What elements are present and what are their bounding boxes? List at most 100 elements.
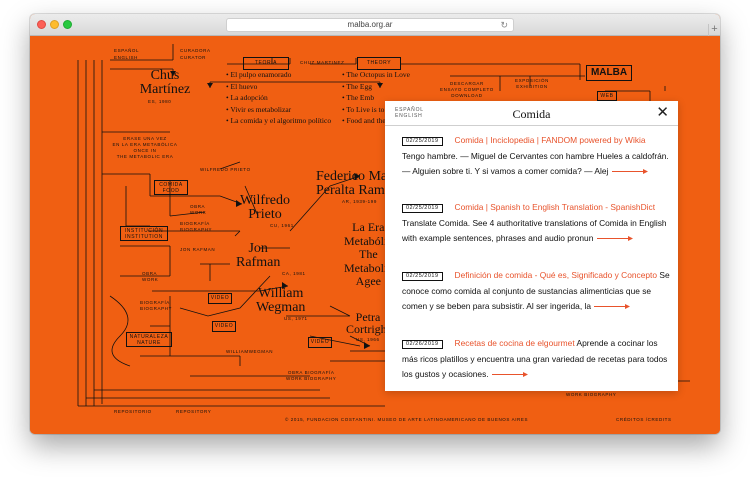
jon-last: Rafman (236, 255, 281, 270)
essay-en-item[interactable]: • The Egg (342, 81, 410, 93)
browser-window: malba.org.ar ↻ + ESPAÑOL ENGLISH CURADOR… (30, 14, 720, 434)
nature-label: NATURE (137, 340, 161, 346)
close-window-button[interactable] (37, 20, 46, 29)
artist-federico[interactable]: Federico Man Peralta Ramo (316, 170, 394, 198)
video-box-2[interactable]: VIDEO (212, 321, 236, 332)
result-date: 02/25/2019 (402, 137, 443, 146)
biografia-label-b[interactable]: BIOGRAFÍA BIOGRAPHY (140, 300, 172, 312)
result-link[interactable]: Definición de comida - Qué es, Significa… (455, 270, 658, 280)
era-label-en-2: THE METABOLIC ERA (116, 154, 174, 159)
wilfredo-small-label: WILFREDO PRIETO (200, 167, 251, 172)
artist-wilfredo[interactable]: Wilfredo Prieto (240, 194, 290, 222)
repository-link[interactable]: REPOSITORY (176, 409, 211, 415)
diagram-curadora: CURADORA (180, 48, 211, 53)
malba-logo[interactable]: MALBA (586, 65, 632, 81)
result-link[interactable]: Recetas de cocina de elgourmet (455, 338, 575, 348)
result-date: 02/25/2019 (402, 204, 443, 213)
comida-food-box[interactable]: COMIDA FOOD (154, 180, 188, 195)
william-first: William (258, 286, 304, 301)
panel-divider (385, 125, 678, 126)
curator-name-last[interactable]: Martínez (120, 83, 210, 97)
video-box-1[interactable]: VIDEO (208, 293, 232, 304)
food-label: FOOD (162, 188, 180, 194)
result-item: 02/25/2019 Comida | Spanish to English Tr… (402, 200, 670, 247)
result-link[interactable]: Comida | Spanish to English Translation … (455, 202, 655, 212)
reload-icon[interactable]: ↻ (500, 19, 508, 31)
search-results-panel: ESPAÑOL ENGLISH Comida ✕ 02/25/2019 Comid… (385, 101, 678, 391)
jon-small-label: JON RAFMAN (180, 247, 216, 252)
essay-es-item[interactable]: • La comida y el algoritmo político (226, 115, 331, 127)
essay-es-item[interactable]: • La adopción (226, 92, 331, 104)
exhibition-label-en: EXHIBITION (516, 84, 548, 89)
essay-es-item[interactable]: • Vivir es metabolizar (226, 104, 331, 116)
result-date: 02/25/2019 (402, 272, 443, 281)
wilfredo-year: CU, 1961 (270, 223, 294, 228)
essay-en-item[interactable]: • The Octopus in Love (342, 69, 410, 81)
diagram-lang-es[interactable]: ESPAÑOL (114, 48, 139, 54)
obra-work-label-b[interactable]: OBRA WORK (142, 271, 158, 283)
petra-last: Cortright (346, 322, 390, 336)
curator-name-first[interactable]: Chus (120, 69, 210, 83)
new-tab-button[interactable]: + (708, 24, 720, 36)
essay-list-es: • El pulpo enamorado • El huevo • La ado… (226, 69, 331, 127)
address-bar[interactable]: malba.org.ar ↻ (226, 18, 514, 32)
nature-box[interactable]: NATURALEZA NATURE (126, 332, 172, 347)
curator-year: ES, 1980 (148, 99, 172, 104)
panel-title: Comida (512, 107, 551, 121)
federico-last: Peralta Ramo (316, 183, 392, 198)
work-biography-right[interactable]: WORK BIOGRAPHY (566, 392, 616, 398)
federico-first: Federico Man (316, 169, 395, 184)
biography-en-b: BIOGRAPHY (140, 306, 173, 311)
william-year: US, 1971 (284, 316, 308, 321)
obra-biografia-label[interactable]: OBRA BIOGRAFÍA WORK BIOGRAPHY (286, 370, 336, 382)
jon-first: Jon (248, 241, 268, 256)
exhibition-link[interactable]: EXPOSICIÓN EXHIBITION (515, 78, 549, 90)
artist-william[interactable]: William Wegman (256, 287, 305, 315)
obra-bio-en: WORK BIOGRAPHY (286, 376, 337, 381)
web-box[interactable]: WEB (597, 91, 617, 101)
download-essay-link[interactable]: DESCARGAR ENSAYO COMPLETO DOWNLOAD (440, 81, 494, 99)
arrow-right-icon[interactable] (491, 371, 529, 378)
work-label-b: WORK (142, 277, 159, 282)
diagram-lang-en[interactable]: ENGLISH (114, 55, 138, 61)
result-item: 02/25/2019 Definición de comida - Qué es,… (402, 268, 670, 315)
result-date: 02/26/2019 (402, 340, 443, 349)
arrow-right-icon[interactable] (593, 303, 631, 310)
williamwegman-small-label: WILLIAMWEGMAN (226, 349, 274, 354)
biografia-label[interactable]: BIOGRAFÍA BIOGRAPHY (180, 221, 212, 233)
result-item: 02/26/2019 Recetas de cocina de elgourmet… (402, 336, 670, 383)
url-text: malba.org.ar (347, 20, 393, 29)
browser-titlebar: malba.org.ar ↻ + (30, 14, 720, 36)
video-box-3[interactable]: VIDEO (308, 337, 332, 348)
footer-copyright: © 2015, FUNDACION COSTANTINI. MUSEO DE A… (285, 417, 529, 422)
credits-link[interactable]: CRÉDITOS /CREDITS (616, 417, 672, 423)
zoom-window-button[interactable] (63, 20, 72, 29)
result-link[interactable]: Comida | Inciclopedia | FANDOM powered b… (455, 135, 646, 145)
repositorio-link[interactable]: REPOSITORIO (114, 409, 152, 415)
wilfredo-first: Wilfredo (240, 193, 290, 208)
artist-jon[interactable]: Jon Rafman (236, 242, 280, 270)
arrow-right-icon[interactable] (596, 235, 634, 242)
download-label-en: DOWNLOAD (451, 93, 483, 98)
close-icon[interactable]: ✕ (656, 105, 669, 120)
diagram-curator: CURATOR (180, 55, 207, 60)
jon-year: CA, 1981 (282, 271, 306, 276)
federico-year: AR, 1939-199 (342, 199, 377, 204)
essay-es-item[interactable]: • El huevo (226, 81, 331, 93)
minimize-window-button[interactable] (50, 20, 59, 29)
work-label: WORK (190, 210, 207, 215)
petra-year: US, 1966 (356, 337, 380, 342)
result-item: 02/25/2019 Comida | Inciclopedia | FANDOM… (402, 133, 670, 180)
diagram-chuz-label: CHUZ MARTINEZ (300, 60, 345, 65)
biography-en: BIOGRAPHY (180, 227, 213, 232)
wilfredo-last: Prieto (248, 207, 282, 222)
institution-label: INSTITUTION (125, 234, 163, 240)
william-last: Wegman (256, 300, 306, 315)
metabolic-era-box[interactable]: ERASE UNA VEZ EN LA ERA METABÓLICA ONCE … (110, 136, 180, 160)
institution-box[interactable]: INSTITUCIÓN INSTITUTION (120, 226, 168, 241)
essay-es-item[interactable]: • El pulpo enamorado (226, 69, 331, 81)
obra-work-label[interactable]: OBRA WORK (190, 204, 206, 216)
arrow-right-icon[interactable] (611, 168, 649, 175)
artist-petra[interactable]: Petra Cortright (346, 311, 390, 335)
page-content: ESPAÑOL ENGLISH CURADORA CURATOR TEORÍA … (30, 36, 720, 434)
